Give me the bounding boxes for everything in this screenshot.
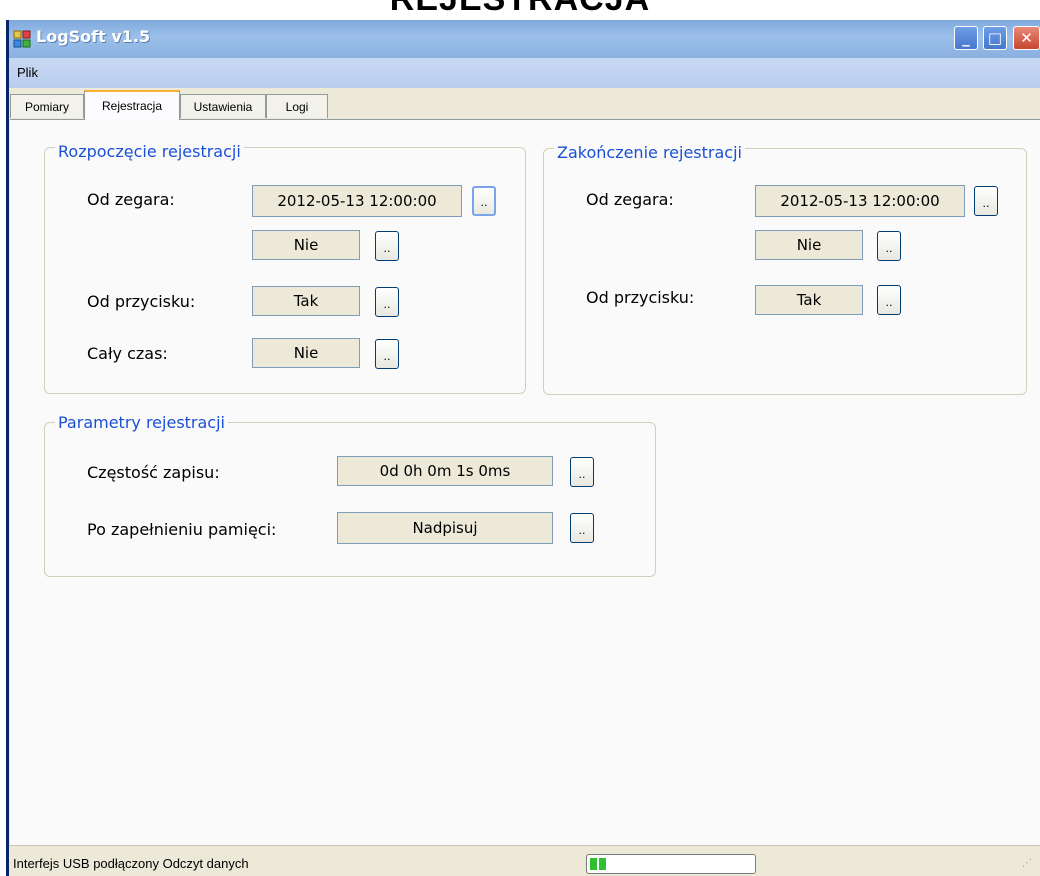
- memory-label: Po zapełnieniu pamięci:: [87, 520, 277, 539]
- page-heading: REJESTRACJA: [0, 0, 1040, 19]
- progress-block: [599, 858, 606, 870]
- minimize-button[interactable]: _: [954, 26, 978, 50]
- end-clock-value: 2012-05-13 12:00:00: [755, 185, 965, 217]
- status-text: Interfejs USB podłączony Odczyt danych: [13, 856, 249, 871]
- start-button-value: Tak: [252, 286, 360, 316]
- start-clock-value: 2012-05-13 12:00:00: [252, 185, 462, 217]
- end-clock-label: Od zegara:: [586, 190, 674, 209]
- end-button-label: Od przycisku:: [586, 288, 695, 307]
- params-title: Parametry rejestracji: [55, 413, 228, 432]
- progress-bar: [586, 854, 756, 874]
- tab-logi[interactable]: Logi: [266, 94, 328, 118]
- top-strip: REJESTRACJA: [0, 0, 1040, 20]
- tab-rejestracja[interactable]: Rejestracja: [84, 90, 180, 120]
- frequency-value: 0d 0h 0m 1s 0ms: [337, 456, 553, 486]
- frequency-label: Częstość zapisu:: [87, 463, 220, 482]
- start-always-label: Cały czas:: [87, 344, 168, 363]
- close-button[interactable]: ✕: [1013, 26, 1040, 50]
- tab-pomiary[interactable]: Pomiary: [10, 94, 84, 118]
- start-button-label: Od przycisku:: [87, 292, 196, 311]
- end-clock-enabled-value: Nie: [755, 230, 863, 260]
- memory-edit-button[interactable]: ..: [570, 513, 594, 543]
- maximize-button[interactable]: □: [983, 26, 1007, 50]
- start-clock-enabled-button[interactable]: ..: [375, 231, 399, 261]
- title-bar[interactable]: [9, 20, 1040, 58]
- tab-ustawienia[interactable]: Ustawienia: [180, 94, 266, 118]
- end-clock-enabled-button[interactable]: ..: [877, 231, 901, 261]
- start-clock-label: Od zegara:: [87, 190, 175, 209]
- start-always-edit-button[interactable]: ..: [375, 339, 399, 369]
- resize-grip-icon[interactable]: ⋰: [1022, 858, 1032, 869]
- start-clock-enabled-value: Nie: [252, 230, 360, 260]
- menu-item-plik[interactable]: Plik: [17, 65, 38, 80]
- params-group: [44, 422, 656, 577]
- app-icon: [13, 30, 31, 48]
- end-registration-title: Zakończenie rejestracji: [554, 143, 745, 162]
- progress-block: [590, 858, 597, 870]
- end-button-value: Tak: [755, 285, 863, 315]
- window-title: LogSoft v1.5: [36, 27, 151, 46]
- start-registration-title: Rozpoczęcie rejestracji: [55, 142, 244, 161]
- frequency-edit-button[interactable]: ..: [570, 457, 594, 487]
- start-clock-edit-button[interactable]: ..: [472, 186, 496, 216]
- memory-value: Nadpisuj: [337, 512, 553, 544]
- end-clock-edit-button[interactable]: ..: [974, 186, 998, 216]
- start-button-edit-button[interactable]: ..: [375, 287, 399, 317]
- menu-bar: [9, 58, 1040, 88]
- end-button-edit-button[interactable]: ..: [877, 285, 901, 315]
- start-always-value: Nie: [252, 338, 360, 368]
